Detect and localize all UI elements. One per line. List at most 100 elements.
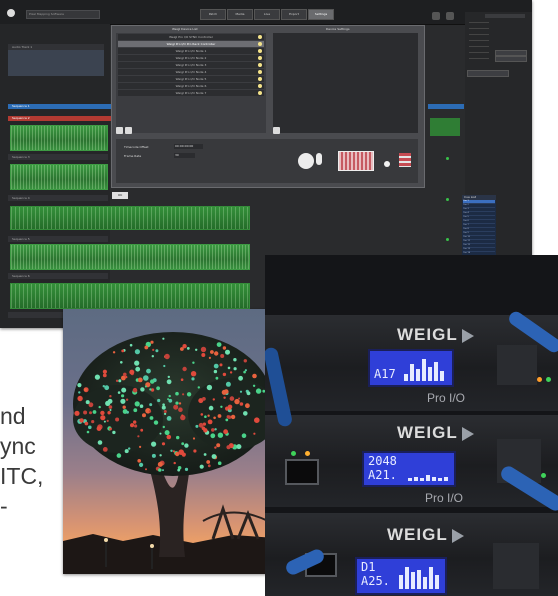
tree-light <box>134 360 140 366</box>
rack-unit: WEIGL A17 Pro I/O <box>265 315 558 411</box>
track-header[interactable]: Sequence 5 <box>8 236 108 242</box>
knob-icon[interactable] <box>298 153 314 169</box>
tree-light <box>180 347 184 351</box>
preview-thumbnail <box>8 46 104 76</box>
waveform-clip[interactable] <box>10 206 250 230</box>
waveform-clip[interactable] <box>10 283 250 309</box>
node-icon[interactable] <box>399 153 411 167</box>
tree-light <box>149 416 154 420</box>
tree-light <box>146 368 151 374</box>
track-header[interactable]: Sequence 4 <box>8 195 108 201</box>
tree-light <box>211 428 215 432</box>
tree-light <box>83 410 88 415</box>
panel-title <box>485 14 525 18</box>
tree-light <box>213 369 218 374</box>
tree-light <box>206 384 213 391</box>
timecode-field[interactable]: 00:00:00:00 <box>174 144 203 149</box>
fader-icon[interactable] <box>316 153 322 165</box>
tree-light <box>239 402 244 406</box>
tree-light <box>107 411 111 415</box>
tree-light <box>115 417 120 422</box>
gear-icon[interactable] <box>432 12 440 20</box>
device-list-item[interactable]: Weigl Pro I/O Node 2 <box>118 55 264 61</box>
body-text-line: nd <box>0 403 26 429</box>
tree-light <box>112 430 116 435</box>
ok-button[interactable]: OK <box>112 192 128 199</box>
tree-light <box>161 442 166 446</box>
tab-settings[interactable]: Settings <box>308 9 334 20</box>
tab-media[interactable]: Media <box>227 9 253 20</box>
tree-light <box>192 361 195 364</box>
framerate-field[interactable]: 30 <box>174 153 195 158</box>
tree-light <box>220 405 223 408</box>
tab-export[interactable]: Export <box>281 9 307 20</box>
tree-light <box>214 428 217 431</box>
track-header[interactable]: Sequence 6 <box>8 273 108 279</box>
tree-light <box>236 444 242 450</box>
tree-light <box>243 359 247 363</box>
device-list-item[interactable]: Weigl Pro I/O Node 5 <box>118 76 264 82</box>
status-led <box>446 238 449 241</box>
brand-logo: WEIGL <box>397 423 458 442</box>
property-dropdown[interactable] <box>467 70 509 77</box>
level-bar <box>404 373 408 381</box>
remove-icon[interactable] <box>125 127 132 134</box>
tab-live[interactable]: Live <box>254 9 280 20</box>
device-options: Timecode Offset 00:00:00:00 Frame Rate 3… <box>116 139 418 183</box>
tree-light <box>159 432 162 435</box>
track-header[interactable]: Audio Track 1 <box>8 44 104 50</box>
tree-light <box>96 426 102 431</box>
tree-light <box>166 416 172 421</box>
refresh-icon[interactable] <box>273 127 280 134</box>
device-list-item[interactable]: Weigl Pro I/O SYNC Controller <box>118 34 264 40</box>
device-list-item[interactable]: Weigl Pro I/O Node 4 <box>118 69 264 75</box>
device-list-item[interactable]: Weigl Pro I/O Pro Rack Controller <box>118 41 264 47</box>
lcd-line: A25. <box>361 574 390 588</box>
tree-light <box>162 425 165 429</box>
track-selected-right[interactable] <box>428 104 464 109</box>
track-selected[interactable]: Sequence 1 <box>8 104 112 109</box>
tree-light <box>79 418 84 423</box>
tree-light <box>157 398 161 403</box>
device-status-icon <box>258 77 262 81</box>
tree-light <box>92 410 97 414</box>
rack-device-icon[interactable] <box>338 151 374 171</box>
device-list-item[interactable]: Weigl Pro I/O Node 7 <box>118 90 264 96</box>
tree-light <box>182 366 187 372</box>
track-header[interactable]: Sequence 3 <box>8 154 108 160</box>
device-list-item[interactable]: Weigl Pro I/O Node 6 <box>118 83 264 89</box>
tree-light <box>234 398 240 405</box>
tree-light <box>162 469 164 472</box>
play-arrow-icon <box>462 427 474 441</box>
tree-light <box>167 375 170 379</box>
waveform-clip[interactable] <box>10 164 108 190</box>
tree-light <box>74 410 80 416</box>
level-bar <box>411 572 415 589</box>
level-bar <box>444 476 448 481</box>
tree-light <box>243 411 248 416</box>
device-status-icon <box>258 70 262 74</box>
tree-light <box>78 391 81 394</box>
tree-light <box>123 372 127 377</box>
tree-light <box>217 432 224 438</box>
tree-light <box>166 379 172 385</box>
device-list-item[interactable]: Weigl Pro I/O Node 3 <box>118 62 264 68</box>
tree-light <box>143 375 149 381</box>
device-list-item[interactable]: Weigl Pro I/O Node 1 <box>118 48 264 54</box>
tree-light <box>115 379 119 382</box>
tree-light <box>207 464 211 468</box>
tree-light <box>98 405 101 409</box>
tree-light <box>102 373 107 378</box>
track-record[interactable]: Sequence 2 <box>8 116 112 121</box>
waveform-clip[interactable] <box>10 125 108 151</box>
level-bar <box>428 366 432 381</box>
status-led <box>446 157 449 160</box>
tree-light <box>226 415 230 419</box>
tab-patch[interactable]: Patch <box>200 9 226 20</box>
level-bar <box>414 476 418 481</box>
waveform-clip[interactable] <box>10 244 250 270</box>
close-icon[interactable] <box>446 12 454 20</box>
tree-light <box>151 453 156 458</box>
add-icon[interactable] <box>116 127 123 134</box>
property-field[interactable] <box>495 56 527 62</box>
